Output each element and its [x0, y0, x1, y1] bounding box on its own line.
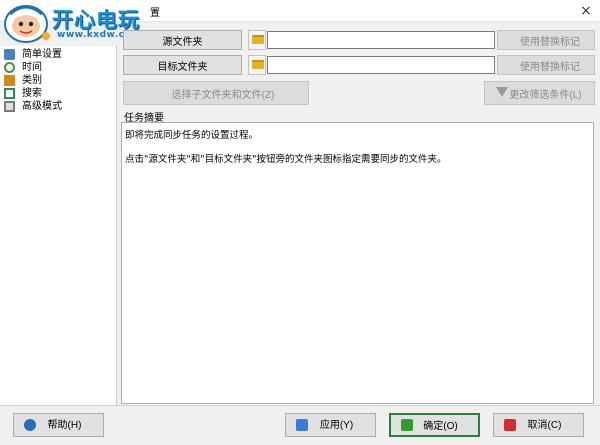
check-icon — [401, 419, 413, 431]
filter-icon — [496, 87, 508, 97]
source-folder-input[interactable] — [267, 31, 495, 49]
search-icon — [4, 88, 15, 99]
footer-divider — [0, 405, 600, 406]
mascot-icon — [4, 5, 50, 43]
advanced-icon — [4, 101, 15, 112]
help-button[interactable]: 帮助(H) — [13, 413, 104, 437]
close-icon[interactable]: × — [576, 1, 596, 21]
summary-line-1: 即将完成同步任务的设置过程。 — [125, 130, 259, 141]
apply-label: 应用(Y) — [319, 420, 354, 431]
cancel-label: 取消(C) — [527, 420, 562, 431]
help-icon — [24, 419, 36, 431]
clock-icon — [4, 62, 15, 73]
cancel-button[interactable]: 取消(C) — [493, 413, 584, 437]
nav-panel: 简单设置 时间 类别 搜索 高级模式 — [0, 46, 117, 406]
nav-item-label: 时间 — [22, 62, 42, 73]
category-icon — [4, 75, 15, 86]
select-subfolders-button[interactable]: 选择子文件夹和文件(Z) — [123, 81, 309, 105]
nav-item-label: 类别 — [22, 75, 42, 86]
target-browse-button[interactable] — [248, 55, 266, 75]
nav-item-label: 搜索 — [22, 88, 42, 99]
folder-icon — [252, 35, 264, 44]
help-label: 帮助(H) — [47, 420, 82, 431]
cancel-icon — [504, 419, 516, 431]
summary-box: 即将完成同步任务的设置过程。 点击"源文件夹"和"目标文件夹"按钮旁的文件夹图标… — [121, 122, 594, 404]
ok-label: 确定(O) — [423, 421, 458, 432]
ok-button[interactable]: 确定(O) — [389, 413, 480, 437]
target-folder-button[interactable]: 目标文件夹 — [123, 55, 242, 75]
apply-icon — [296, 419, 308, 431]
target-replace-button[interactable]: 使用替换标记 — [497, 55, 595, 75]
settings-icon — [4, 49, 15, 60]
nav-item-label: 高级模式 — [22, 101, 62, 112]
nav-item-label: 简单设置 — [22, 49, 62, 60]
source-browse-button[interactable] — [248, 30, 266, 50]
apply-button[interactable]: 应用(Y) — [285, 413, 376, 437]
source-folder-button[interactable]: 源文件夹 — [123, 30, 242, 50]
summary-line-2: 点击"源文件夹"和"目标文件夹"按钮旁的文件夹图标指定需要同步的文件夹。 — [125, 154, 447, 165]
source-replace-button[interactable]: 使用替换标记 — [497, 30, 595, 50]
target-folder-input[interactable] — [267, 56, 495, 74]
folder-icon — [252, 60, 264, 69]
